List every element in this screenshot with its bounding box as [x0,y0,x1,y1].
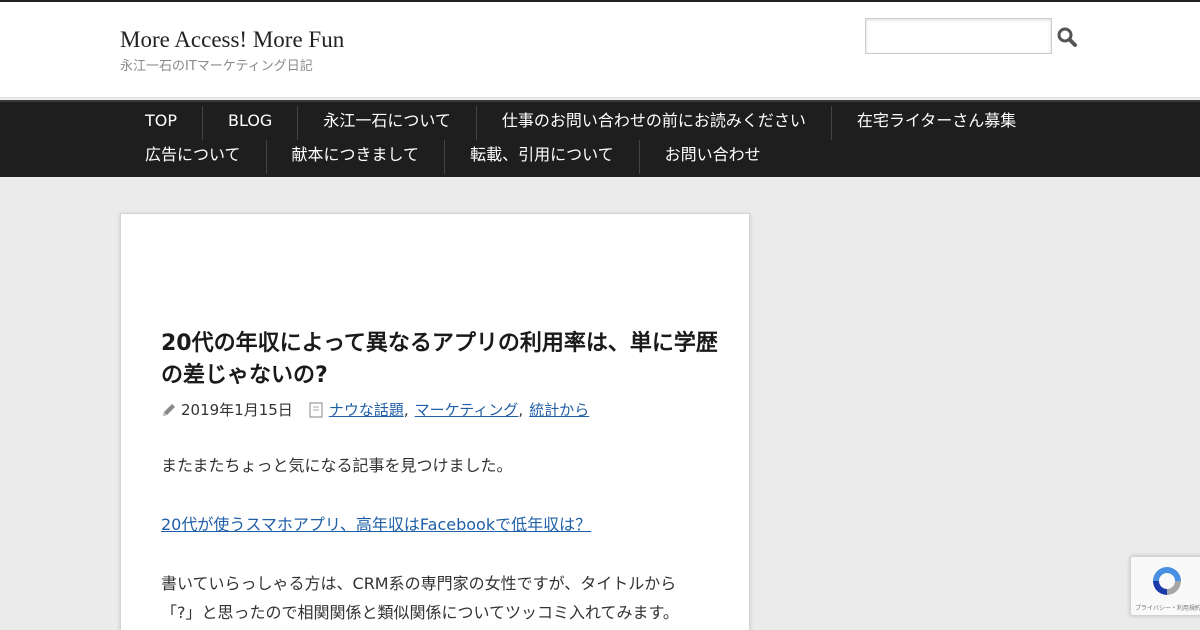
post-article-link[interactable]: 20代が使うスマホアプリ、高年収はFacebookで低年収は？ [161,511,591,535]
nav-item-contact[interactable]: お問い合わせ [640,140,786,174]
post-date: 2019年1月15日 [181,401,293,419]
recaptcha-badge[interactable]: プライバシー・利用規約 [1130,556,1200,616]
nav-row-1: TOP BLOG 永江一石について 仕事のお問い合わせの前にお読みください 在宅… [120,106,1041,140]
nav-item-about[interactable]: 永江一石について [298,106,477,140]
site-header: More Access! More Fun 永江一石のITマーケティング日記 [0,2,1200,98]
nav-item-reprint-policy[interactable]: 転載、引用について [445,140,640,174]
pencil-icon [163,403,175,416]
nav-row-2: 広告について 献本につきまして 転載、引用について お問い合わせ [120,140,786,174]
post-paragraph-2: 書いていらっしゃる方は、CRM系の専門家の女性ですが、タイトルから「?」と思った… [161,574,679,622]
post-title[interactable]: 20代の年収によって異なるアプリの利用率は、単に学歴の差じゃないの? [161,328,721,392]
recaptcha-logo-icon [1153,567,1181,595]
post-card: 20代の年収によって異なるアプリの利用率は、単に学歴の差じゃないの? 2019年… [120,213,750,630]
search-button[interactable] [1056,26,1078,48]
folder-icon [309,401,323,418]
post-meta: 2019年1月15日 ナウな話題, マーケティング, 統計から [161,399,589,420]
search-box [865,18,1052,54]
category-link-statistics[interactable]: 統計から [529,399,589,420]
category-link-marketing[interactable]: マーケティング [415,399,519,420]
nav-item-writer-recruit[interactable]: 在宅ライターさん募集 [832,106,1041,140]
post-paragraph-1: またまたちょっと気になる記事を見つけました。 [161,456,513,475]
search-icon [1057,27,1077,47]
nav-item-top[interactable]: TOP [120,106,204,140]
site-title[interactable]: More Access! More Fun [120,27,344,53]
recaptcha-privacy-terms[interactable]: プライバシー・利用規約 [1135,603,1200,612]
nav-item-review-copies[interactable]: 献本につきまして [267,140,446,174]
nav-item-blog[interactable]: BLOG [203,106,299,140]
site-description: 永江一石のITマーケティング日記 [120,59,313,74]
nav-item-before-inquiry[interactable]: 仕事のお問い合わせの前にお読みください [477,106,832,140]
main-navigation: TOP BLOG 永江一石について 仕事のお問い合わせの前にお読みください 在宅… [0,100,1200,177]
category-link-now-topics[interactable]: ナウな話題 [329,399,404,420]
nav-item-advertising[interactable]: 広告について [120,140,267,174]
search-input[interactable] [866,19,1051,53]
